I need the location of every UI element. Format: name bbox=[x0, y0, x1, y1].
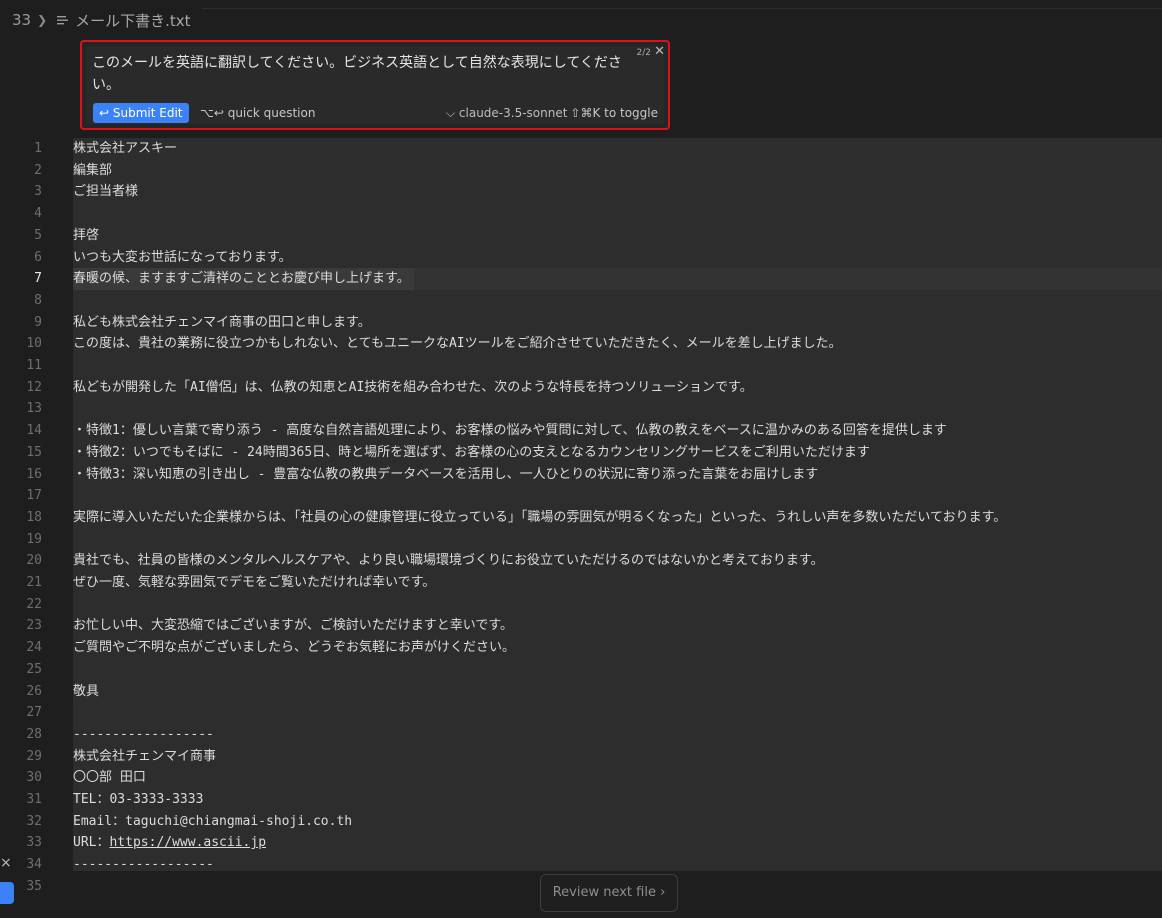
line-number: 32 bbox=[26, 813, 42, 829]
line-number: 19 bbox=[26, 531, 42, 547]
line-number: 1 bbox=[34, 141, 42, 156]
divider bbox=[202, 8, 1162, 9]
code-line[interactable]: 実際に導入いただいた企業様からは、「社員の心の健康管理に役立っている」「職場の雰… bbox=[73, 507, 1006, 529]
code-line[interactable]: ・特徴3：深い知恵の引き出し - 豊富な仏教の教典データベースを活用し、一人ひと… bbox=[73, 464, 818, 486]
line-number: 13 bbox=[26, 401, 42, 417]
close-icon[interactable]: ✕ bbox=[654, 44, 665, 59]
code-line[interactable]: ご担当者様 bbox=[73, 181, 138, 203]
line-number: 2 bbox=[34, 162, 42, 178]
line-number: 31 bbox=[26, 792, 42, 807]
code-line[interactable]: URL：https://www.ascii.jp bbox=[73, 832, 266, 854]
line-number: 25 bbox=[26, 661, 42, 677]
code-line[interactable]: 株式会社チェンマイ商事 bbox=[73, 746, 216, 768]
line-number: 24 bbox=[26, 640, 42, 656]
review-next-file-button[interactable]: Review next file › bbox=[540, 874, 678, 912]
line-number: 8 bbox=[34, 292, 42, 308]
code-line[interactable]: 〇〇部 田口 bbox=[73, 767, 146, 789]
code-line[interactable]: 私ども株式会社チェンマイ商事の田口と申します。 bbox=[73, 312, 371, 334]
quick-question-button[interactable]: ⌥↩ quick question bbox=[200, 103, 315, 123]
line-number: 5 bbox=[34, 227, 42, 243]
code-line[interactable]: ・特徴1：優しい言葉で寄り添う - 高度な自然言語処理により、お客様の悩みや質問… bbox=[73, 420, 947, 442]
editor-content[interactable]: 株式会社アスキー 編集部 ご担当者様拝啓 いつも大変お世話になっております。 春暖の候、… bbox=[73, 138, 1162, 872]
text-file-icon bbox=[57, 15, 69, 24]
line-number-gutter: 1 2 3 4 5 6 7 8 9 10 11 12 13 14 15 16 17 18 19 20 21 22 23 24 2… bbox=[0, 138, 60, 894]
code-line[interactable]: お忙しい中、大変恐縮ではございますが、ご検討いただけますと幸いです。 bbox=[73, 615, 513, 637]
chevron-right-icon: ❯ bbox=[37, 13, 48, 27]
code-line[interactable]: 春暖の候、ますますご清祥のこととお慶び申し上げます。 bbox=[73, 268, 414, 290]
line-number: 23 bbox=[26, 618, 42, 634]
code-line[interactable]: 株式会社アスキー bbox=[73, 138, 177, 160]
line-number: 18 bbox=[26, 509, 42, 525]
code-line[interactable]: 編集部 bbox=[73, 160, 112, 182]
line-number: 11 bbox=[26, 358, 42, 373]
line-number: 28 bbox=[26, 726, 42, 742]
line-number: 16 bbox=[26, 466, 42, 482]
line-number: 17 bbox=[26, 488, 42, 504]
line-number: 20 bbox=[26, 553, 42, 569]
inline-edit-prompt: このメールを英語に翻訳してください。ビジネス英語として自然な表現にしてください。… bbox=[80, 40, 670, 130]
line-number: 7 bbox=[34, 271, 42, 287]
line-number: 14 bbox=[26, 423, 42, 439]
code-line[interactable]: 拝啓 bbox=[73, 225, 99, 247]
breadcrumb-file-name[interactable]: メール下書き.txt bbox=[75, 10, 190, 31]
toggle-shortcut-hint: ⇧⌘K to toggle bbox=[570, 106, 658, 120]
line-number: 9 bbox=[34, 314, 42, 330]
line-number: 27 bbox=[26, 705, 42, 721]
breadcrumb-line-number[interactable]: 33 bbox=[12, 11, 31, 29]
prompt-input[interactable]: このメールを英語に翻訳してください。ビジネス英語として自然な表現にしてください。 bbox=[92, 52, 638, 96]
code-line[interactable]: ご質問やご不明な点がございましたら、どうぞお気軽にお声がけください。 bbox=[73, 637, 515, 659]
line-number: 22 bbox=[26, 596, 42, 612]
panel-toggle-tab[interactable] bbox=[0, 882, 14, 904]
prompt-panel: このメールを英語に翻訳してください。ビジネス英語として自然な表現にしてください。… bbox=[86, 44, 665, 124]
line-number: 3 bbox=[34, 184, 42, 200]
prompt-counter: 2/2 bbox=[636, 48, 651, 58]
line-number: 15 bbox=[26, 444, 42, 460]
line-number: 35 bbox=[26, 878, 42, 894]
code-line[interactable]: この度は、貴社の業務に役立つかもしれない、とてもユニークなAIツールをご紹介させ… bbox=[73, 333, 842, 355]
code-line[interactable]: 貴社でも、社員の皆様のメンタルヘルスケアや、より良い職場環境づくりにお役立ていた… bbox=[73, 550, 824, 572]
code-line[interactable]: ・特徴2：いつでもそばに - 24時間365日、時と場所を選ばず、お客様の心の支… bbox=[73, 442, 870, 464]
line-number: 30 bbox=[26, 770, 42, 786]
line-number: 26 bbox=[26, 683, 42, 699]
model-selector[interactable]: ⌵ claude-3.5-sonnet bbox=[446, 103, 567, 123]
code-line[interactable]: 敬具 bbox=[73, 681, 99, 703]
line-number: 6 bbox=[34, 249, 42, 265]
code-line[interactable]: 私どもが開発した「AI僧侶」は、仏教の知恵とAI技術を組み合わせた、次のような特… bbox=[73, 377, 753, 399]
code-line[interactable]: Email：taguchi@chiangmai-shoji.co.th bbox=[73, 811, 352, 833]
line-number: 12 bbox=[26, 379, 42, 395]
text-editor: 1 2 3 4 5 6 7 8 9 10 11 12 13 14 15 16 17 18 19 20 21 22 23 24 2… bbox=[0, 138, 1162, 894]
code-line[interactable]: ぜひ一度、気軽な雰囲気でデモをご覧いただければ幸いです。 bbox=[73, 572, 435, 594]
code-line[interactable]: ------------------ bbox=[73, 724, 214, 746]
breadcrumb: 33 ❯ メール下書き.txt bbox=[0, 0, 1162, 40]
code-line[interactable]: TEL：03-3333-3333 bbox=[73, 789, 203, 811]
line-number: 4 bbox=[34, 206, 42, 222]
code-line[interactable]: ------------------ bbox=[73, 854, 214, 876]
line-number: 21 bbox=[26, 575, 42, 590]
code-line[interactable]: いつも大変お世話になっております。 bbox=[73, 247, 292, 269]
panel-close-icon[interactable]: × bbox=[0, 855, 12, 871]
line-number: 10 bbox=[26, 336, 42, 352]
line-number: 33 bbox=[26, 835, 42, 851]
url-link[interactable]: https://www.ascii.jp bbox=[109, 835, 266, 850]
submit-edit-button[interactable]: ↩ Submit Edit bbox=[93, 103, 189, 123]
line-number: 29 bbox=[26, 748, 42, 764]
line-number: 34 bbox=[26, 857, 42, 873]
